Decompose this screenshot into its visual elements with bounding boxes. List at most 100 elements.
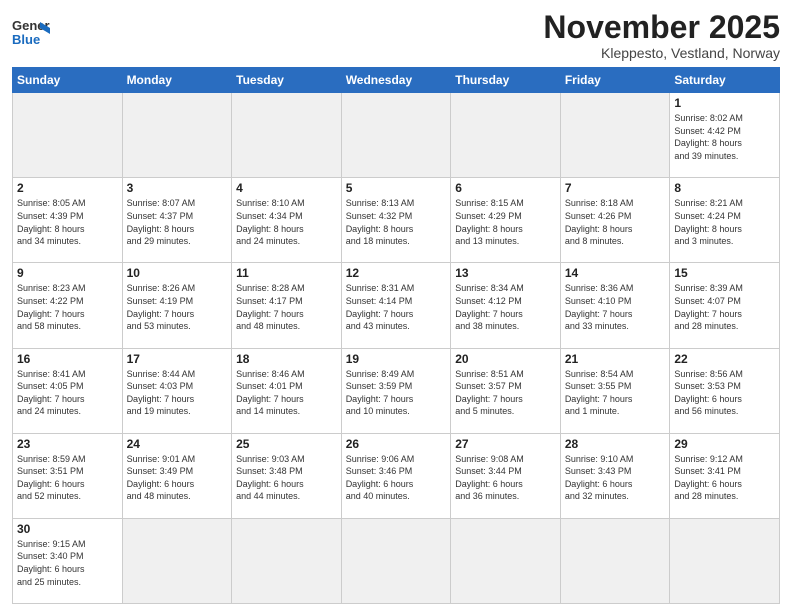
day-number: 9: [17, 266, 118, 280]
calendar-cell: 30 Sunrise: 9:15 AM Sunset: 3:40 PM Dayli…: [13, 518, 123, 603]
day-info: Sunrise: 9:03 AM Sunset: 3:48 PM Dayligh…: [236, 453, 337, 503]
calendar-cell: 2 Sunrise: 8:05 AM Sunset: 4:39 PM Daylig…: [13, 178, 123, 263]
calendar-cell: [122, 518, 232, 603]
day-info: Sunrise: 8:10 AM Sunset: 4:34 PM Dayligh…: [236, 197, 337, 247]
calendar-cell: 21Sunrise: 8:54 AM Sunset: 3:55 PM Dayli…: [560, 348, 670, 433]
day-number: 20: [455, 352, 556, 366]
day-info: Sunrise: 8:34 AM Sunset: 4:12 PM Dayligh…: [455, 282, 556, 332]
calendar-cell: 6 Sunrise: 8:15 AM Sunset: 4:29 PM Daylig…: [451, 178, 561, 263]
day-info: Sunrise: 8:31 AM Sunset: 4:14 PM Dayligh…: [346, 282, 447, 332]
day-number: 8: [674, 181, 775, 195]
day-number: 5: [346, 181, 447, 195]
calendar-cell: [13, 93, 123, 178]
day-info: Sunrise: 8:41 AM Sunset: 4:05 PM Dayligh…: [17, 368, 118, 418]
weekday-header-tuesday: Tuesday: [232, 68, 342, 93]
day-number: 28: [565, 437, 666, 451]
day-number: 3: [127, 181, 228, 195]
day-number: 11: [236, 266, 337, 280]
day-info: Sunrise: 8:46 AM Sunset: 4:01 PM Dayligh…: [236, 368, 337, 418]
weekday-header-sunday: Sunday: [13, 68, 123, 93]
calendar-cell: [341, 93, 451, 178]
svg-text:Blue: Blue: [12, 32, 40, 47]
weekday-header-thursday: Thursday: [451, 68, 561, 93]
day-number: 25: [236, 437, 337, 451]
day-number: 24: [127, 437, 228, 451]
month-title: November 2025: [543, 10, 780, 45]
calendar-cell: 19 Sunrise: 8:49 AM Sunset: 3:59 PM Dayli…: [341, 348, 451, 433]
day-number: 19: [346, 352, 447, 366]
weekday-header-friday: Friday: [560, 68, 670, 93]
day-number: 17: [127, 352, 228, 366]
day-number: 22: [674, 352, 775, 366]
day-info: Sunrise: 8:56 AM Sunset: 3:53 PM Dayligh…: [674, 368, 775, 418]
calendar-cell: [232, 518, 342, 603]
calendar-cell: 24 Sunrise: 9:01 AM Sunset: 3:49 PM Dayli…: [122, 433, 232, 518]
day-number: 27: [455, 437, 556, 451]
calendar-cell: 26 Sunrise: 9:06 AM Sunset: 3:46 PM Dayli…: [341, 433, 451, 518]
calendar-cell: 29 Sunrise: 9:12 AM Sunset: 3:41 PM Dayli…: [670, 433, 780, 518]
day-info: Sunrise: 8:13 AM Sunset: 4:32 PM Dayligh…: [346, 197, 447, 247]
day-info: Sunrise: 8:18 AM Sunset: 4:26 PM Dayligh…: [565, 197, 666, 247]
day-info: Sunrise: 9:01 AM Sunset: 3:49 PM Dayligh…: [127, 453, 228, 503]
weekday-header-wednesday: Wednesday: [341, 68, 451, 93]
day-info: Sunrise: 8:26 AM Sunset: 4:19 PM Dayligh…: [127, 282, 228, 332]
day-info: Sunrise: 8:23 AM Sunset: 4:22 PM Dayligh…: [17, 282, 118, 332]
day-number: 4: [236, 181, 337, 195]
day-info: Sunrise: 8:54 AM Sunset: 3:55 PM Dayligh…: [565, 368, 666, 418]
calendar-cell: 23Sunrise: 8:59 AM Sunset: 3:51 PM Dayli…: [13, 433, 123, 518]
calendar-cell: [560, 93, 670, 178]
day-info: Sunrise: 8:15 AM Sunset: 4:29 PM Dayligh…: [455, 197, 556, 247]
day-info: Sunrise: 8:44 AM Sunset: 4:03 PM Dayligh…: [127, 368, 228, 418]
calendar-cell: 17 Sunrise: 8:44 AM Sunset: 4:03 PM Dayli…: [122, 348, 232, 433]
day-number: 29: [674, 437, 775, 451]
calendar-cell: [451, 93, 561, 178]
day-info: Sunrise: 8:21 AM Sunset: 4:24 PM Dayligh…: [674, 197, 775, 247]
title-block: November 2025 Kleppesto, Vestland, Norwa…: [543, 10, 780, 61]
day-number: 7: [565, 181, 666, 195]
calendar-cell: 16 Sunrise: 8:41 AM Sunset: 4:05 PM Dayli…: [13, 348, 123, 433]
day-number: 15: [674, 266, 775, 280]
day-info: Sunrise: 8:49 AM Sunset: 3:59 PM Dayligh…: [346, 368, 447, 418]
calendar-cell: 1Sunrise: 8:02 AM Sunset: 4:42 PM Daylig…: [670, 93, 780, 178]
weekday-header-monday: Monday: [122, 68, 232, 93]
calendar-cell: 25 Sunrise: 9:03 AM Sunset: 3:48 PM Dayli…: [232, 433, 342, 518]
day-number: 14: [565, 266, 666, 280]
day-info: Sunrise: 8:05 AM Sunset: 4:39 PM Dayligh…: [17, 197, 118, 247]
day-number: 1: [674, 96, 775, 110]
calendar-cell: 18Sunrise: 8:46 AM Sunset: 4:01 PM Dayli…: [232, 348, 342, 433]
calendar-cell: 28 Sunrise: 9:10 AM Sunset: 3:43 PM Dayli…: [560, 433, 670, 518]
calendar-cell: [341, 518, 451, 603]
calendar-cell: 10 Sunrise: 8:26 AM Sunset: 4:19 PM Dayli…: [122, 263, 232, 348]
weekday-header-saturday: Saturday: [670, 68, 780, 93]
calendar-cell: 13Sunrise: 8:34 AM Sunset: 4:12 PM Dayli…: [451, 263, 561, 348]
calendar-cell: 4 Sunrise: 8:10 AM Sunset: 4:34 PM Daylig…: [232, 178, 342, 263]
day-number: 6: [455, 181, 556, 195]
calendar-cell: 15Sunrise: 8:39 AM Sunset: 4:07 PM Dayli…: [670, 263, 780, 348]
calendar-cell: 5 Sunrise: 8:13 AM Sunset: 4:32 PM Daylig…: [341, 178, 451, 263]
day-info: Sunrise: 8:51 AM Sunset: 3:57 PM Dayligh…: [455, 368, 556, 418]
calendar-cell: [451, 518, 561, 603]
calendar-cell: [560, 518, 670, 603]
day-info: Sunrise: 9:10 AM Sunset: 3:43 PM Dayligh…: [565, 453, 666, 503]
calendar-cell: 12Sunrise: 8:31 AM Sunset: 4:14 PM Dayli…: [341, 263, 451, 348]
calendar-cell: [232, 93, 342, 178]
day-info: Sunrise: 9:06 AM Sunset: 3:46 PM Dayligh…: [346, 453, 447, 503]
calendar-cell: 20 Sunrise: 8:51 AM Sunset: 3:57 PM Dayli…: [451, 348, 561, 433]
calendar-cell: [670, 518, 780, 603]
calendar-cell: 3Sunrise: 8:07 AM Sunset: 4:37 PM Daylig…: [122, 178, 232, 263]
page-header: General Blue November 2025 Kleppesto, Ve…: [12, 10, 780, 61]
day-number: 26: [346, 437, 447, 451]
day-number: 16: [17, 352, 118, 366]
day-info: Sunrise: 9:12 AM Sunset: 3:41 PM Dayligh…: [674, 453, 775, 503]
day-number: 30: [17, 522, 118, 536]
day-info: Sunrise: 9:08 AM Sunset: 3:44 PM Dayligh…: [455, 453, 556, 503]
calendar-cell: 22 Sunrise: 8:56 AM Sunset: 3:53 PM Dayli…: [670, 348, 780, 433]
location: Kleppesto, Vestland, Norway: [543, 45, 780, 61]
day-number: 10: [127, 266, 228, 280]
day-info: Sunrise: 9:15 AM Sunset: 3:40 PM Dayligh…: [17, 538, 118, 588]
logo: General Blue: [12, 14, 50, 52]
calendar-cell: 27 Sunrise: 9:08 AM Sunset: 3:44 PM Dayli…: [451, 433, 561, 518]
calendar-cell: 8 Sunrise: 8:21 AM Sunset: 4:24 PM Daylig…: [670, 178, 780, 263]
day-number: 2: [17, 181, 118, 195]
calendar-table: SundayMondayTuesdayWednesdayThursdayFrid…: [12, 67, 780, 604]
